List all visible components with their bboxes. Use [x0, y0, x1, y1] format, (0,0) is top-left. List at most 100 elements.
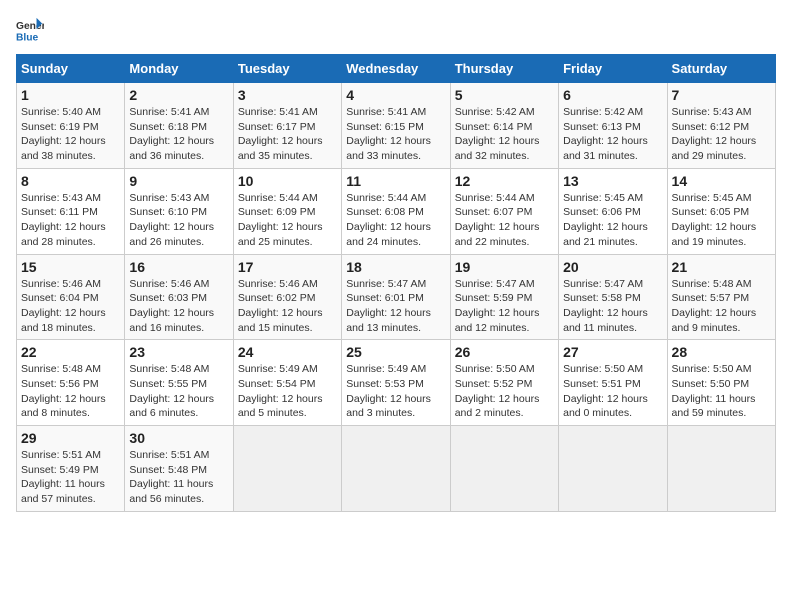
- table-row: [450, 426, 558, 512]
- day-number: 13: [563, 173, 662, 189]
- day-number: 4: [346, 87, 445, 103]
- table-row: 2 Sunrise: 5:41 AMSunset: 6:18 PMDaylight…: [125, 83, 233, 169]
- calendar-week-1: 1Sunrise: 5:40 AMSunset: 6:19 PMDaylight…: [17, 83, 776, 169]
- col-tuesday: Tuesday: [233, 55, 341, 83]
- table-row: 21 Sunrise: 5:48 AMSunset: 5:57 PMDayligh…: [667, 254, 775, 340]
- col-sunday: Sunday: [17, 55, 125, 83]
- day-detail: Sunrise: 5:46 AMSunset: 6:02 PMDaylight:…: [238, 278, 323, 334]
- table-row: 19 Sunrise: 5:47 AMSunset: 5:59 PMDayligh…: [450, 254, 558, 340]
- day-number: 21: [672, 259, 771, 275]
- table-row: 9 Sunrise: 5:43 AMSunset: 6:10 PMDaylight…: [125, 168, 233, 254]
- day-detail: Sunrise: 5:47 AMSunset: 6:01 PMDaylight:…: [346, 278, 431, 334]
- day-number: 24: [238, 344, 337, 360]
- day-detail: Sunrise: 5:44 AMSunset: 6:08 PMDaylight:…: [346, 192, 431, 248]
- day-detail: Sunrise: 5:41 AMSunset: 6:15 PMDaylight:…: [346, 106, 431, 162]
- day-number: 18: [346, 259, 445, 275]
- svg-text:Blue: Blue: [16, 32, 39, 43]
- table-row: 4 Sunrise: 5:41 AMSunset: 6:15 PMDaylight…: [342, 83, 450, 169]
- day-number: 26: [455, 344, 554, 360]
- col-wednesday: Wednesday: [342, 55, 450, 83]
- table-row: 6Sunrise: 5:42 AMSunset: 6:13 PMDaylight…: [559, 83, 667, 169]
- day-number: 15: [21, 259, 120, 275]
- day-detail: Sunrise: 5:43 AMSunset: 6:10 PMDaylight:…: [129, 192, 214, 248]
- table-row: 24 Sunrise: 5:49 AMSunset: 5:54 PMDayligh…: [233, 340, 341, 426]
- table-row: 23 Sunrise: 5:48 AMSunset: 5:55 PMDayligh…: [125, 340, 233, 426]
- table-row: 15 Sunrise: 5:46 AMSunset: 6:04 PMDayligh…: [17, 254, 125, 340]
- day-number: 6: [563, 87, 662, 103]
- day-detail: Sunrise: 5:42 AMSunset: 6:14 PMDaylight:…: [455, 106, 540, 162]
- table-row: 30 Sunrise: 5:51 AMSunset: 5:48 PMDayligh…: [125, 426, 233, 512]
- day-number: 16: [129, 259, 228, 275]
- table-row: 13 Sunrise: 5:45 AMSunset: 6:06 PMDayligh…: [559, 168, 667, 254]
- day-detail: Sunrise: 5:41 AMSunset: 6:17 PMDaylight:…: [238, 106, 323, 162]
- col-friday: Friday: [559, 55, 667, 83]
- logo: General Blue: [16, 16, 44, 44]
- page-header: General Blue: [16, 16, 776, 44]
- day-detail: Sunrise: 5:48 AMSunset: 5:56 PMDaylight:…: [21, 363, 106, 419]
- day-number: 9: [129, 173, 228, 189]
- calendar-table: Sunday Monday Tuesday Wednesday Thursday…: [16, 54, 776, 512]
- day-detail: Sunrise: 5:47 AMSunset: 5:58 PMDaylight:…: [563, 278, 648, 334]
- table-row: 18 Sunrise: 5:47 AMSunset: 6:01 PMDayligh…: [342, 254, 450, 340]
- table-row: 26 Sunrise: 5:50 AMSunset: 5:52 PMDayligh…: [450, 340, 558, 426]
- day-number: 28: [672, 344, 771, 360]
- day-detail: Sunrise: 5:45 AMSunset: 6:06 PMDaylight:…: [563, 192, 648, 248]
- col-monday: Monday: [125, 55, 233, 83]
- logo-icon: General Blue: [16, 16, 44, 44]
- day-detail: Sunrise: 5:40 AMSunset: 6:19 PMDaylight:…: [21, 106, 106, 162]
- table-row: 14 Sunrise: 5:45 AMSunset: 6:05 PMDayligh…: [667, 168, 775, 254]
- table-row: [667, 426, 775, 512]
- table-row: 29Sunrise: 5:51 AMSunset: 5:49 PMDayligh…: [17, 426, 125, 512]
- calendar-week-3: 15 Sunrise: 5:46 AMSunset: 6:04 PMDayligh…: [17, 254, 776, 340]
- table-row: 27 Sunrise: 5:50 AMSunset: 5:51 PMDayligh…: [559, 340, 667, 426]
- day-detail: Sunrise: 5:50 AMSunset: 5:52 PMDaylight:…: [455, 363, 540, 419]
- day-number: 5: [455, 87, 554, 103]
- calendar-week-5: 29Sunrise: 5:51 AMSunset: 5:49 PMDayligh…: [17, 426, 776, 512]
- day-detail: Sunrise: 5:44 AMSunset: 6:09 PMDaylight:…: [238, 192, 323, 248]
- day-detail: Sunrise: 5:49 AMSunset: 5:54 PMDaylight:…: [238, 363, 323, 419]
- day-number: 30: [129, 430, 228, 446]
- day-number: 8: [21, 173, 120, 189]
- day-detail: Sunrise: 5:51 AMSunset: 5:49 PMDaylight:…: [21, 449, 105, 505]
- day-detail: Sunrise: 5:41 AMSunset: 6:18 PMDaylight:…: [129, 106, 214, 162]
- table-row: 20 Sunrise: 5:47 AMSunset: 5:58 PMDayligh…: [559, 254, 667, 340]
- day-detail: Sunrise: 5:47 AMSunset: 5:59 PMDaylight:…: [455, 278, 540, 334]
- table-row: 25 Sunrise: 5:49 AMSunset: 5:53 PMDayligh…: [342, 340, 450, 426]
- day-number: 3: [238, 87, 337, 103]
- day-number: 14: [672, 173, 771, 189]
- calendar-week-2: 8 Sunrise: 5:43 AMSunset: 6:11 PMDaylight…: [17, 168, 776, 254]
- day-detail: Sunrise: 5:48 AMSunset: 5:57 PMDaylight:…: [672, 278, 757, 334]
- table-row: 12Sunrise: 5:44 AMSunset: 6:07 PMDayligh…: [450, 168, 558, 254]
- calendar-week-4: 22 Sunrise: 5:48 AMSunset: 5:56 PMDayligh…: [17, 340, 776, 426]
- day-detail: Sunrise: 5:51 AMSunset: 5:48 PMDaylight:…: [129, 449, 213, 505]
- day-detail: Sunrise: 5:44 AMSunset: 6:07 PMDaylight:…: [455, 192, 540, 248]
- table-row: 8 Sunrise: 5:43 AMSunset: 6:11 PMDaylight…: [17, 168, 125, 254]
- table-row: 28 Sunrise: 5:50 AMSunset: 5:50 PMDayligh…: [667, 340, 775, 426]
- day-number: 22: [21, 344, 120, 360]
- day-number: 25: [346, 344, 445, 360]
- day-number: 27: [563, 344, 662, 360]
- table-row: [233, 426, 341, 512]
- day-detail: Sunrise: 5:50 AMSunset: 5:51 PMDaylight:…: [563, 363, 648, 419]
- col-saturday: Saturday: [667, 55, 775, 83]
- day-detail: Sunrise: 5:46 AMSunset: 6:04 PMDaylight:…: [21, 278, 106, 334]
- day-number: 19: [455, 259, 554, 275]
- day-number: 2: [129, 87, 228, 103]
- day-detail: Sunrise: 5:49 AMSunset: 5:53 PMDaylight:…: [346, 363, 431, 419]
- day-detail: Sunrise: 5:43 AMSunset: 6:11 PMDaylight:…: [21, 192, 106, 248]
- day-detail: Sunrise: 5:48 AMSunset: 5:55 PMDaylight:…: [129, 363, 214, 419]
- day-number: 23: [129, 344, 228, 360]
- day-detail: Sunrise: 5:46 AMSunset: 6:03 PMDaylight:…: [129, 278, 214, 334]
- day-number: 11: [346, 173, 445, 189]
- day-number: 20: [563, 259, 662, 275]
- table-row: 22 Sunrise: 5:48 AMSunset: 5:56 PMDayligh…: [17, 340, 125, 426]
- table-row: 5 Sunrise: 5:42 AMSunset: 6:14 PMDaylight…: [450, 83, 558, 169]
- table-row: 3 Sunrise: 5:41 AMSunset: 6:17 PMDaylight…: [233, 83, 341, 169]
- table-row: 16 Sunrise: 5:46 AMSunset: 6:03 PMDayligh…: [125, 254, 233, 340]
- day-detail: Sunrise: 5:45 AMSunset: 6:05 PMDaylight:…: [672, 192, 757, 248]
- day-detail: Sunrise: 5:50 AMSunset: 5:50 PMDaylight:…: [672, 363, 756, 419]
- day-number: 7: [672, 87, 771, 103]
- day-number: 17: [238, 259, 337, 275]
- table-row: 11 Sunrise: 5:44 AMSunset: 6:08 PMDayligh…: [342, 168, 450, 254]
- table-row: [342, 426, 450, 512]
